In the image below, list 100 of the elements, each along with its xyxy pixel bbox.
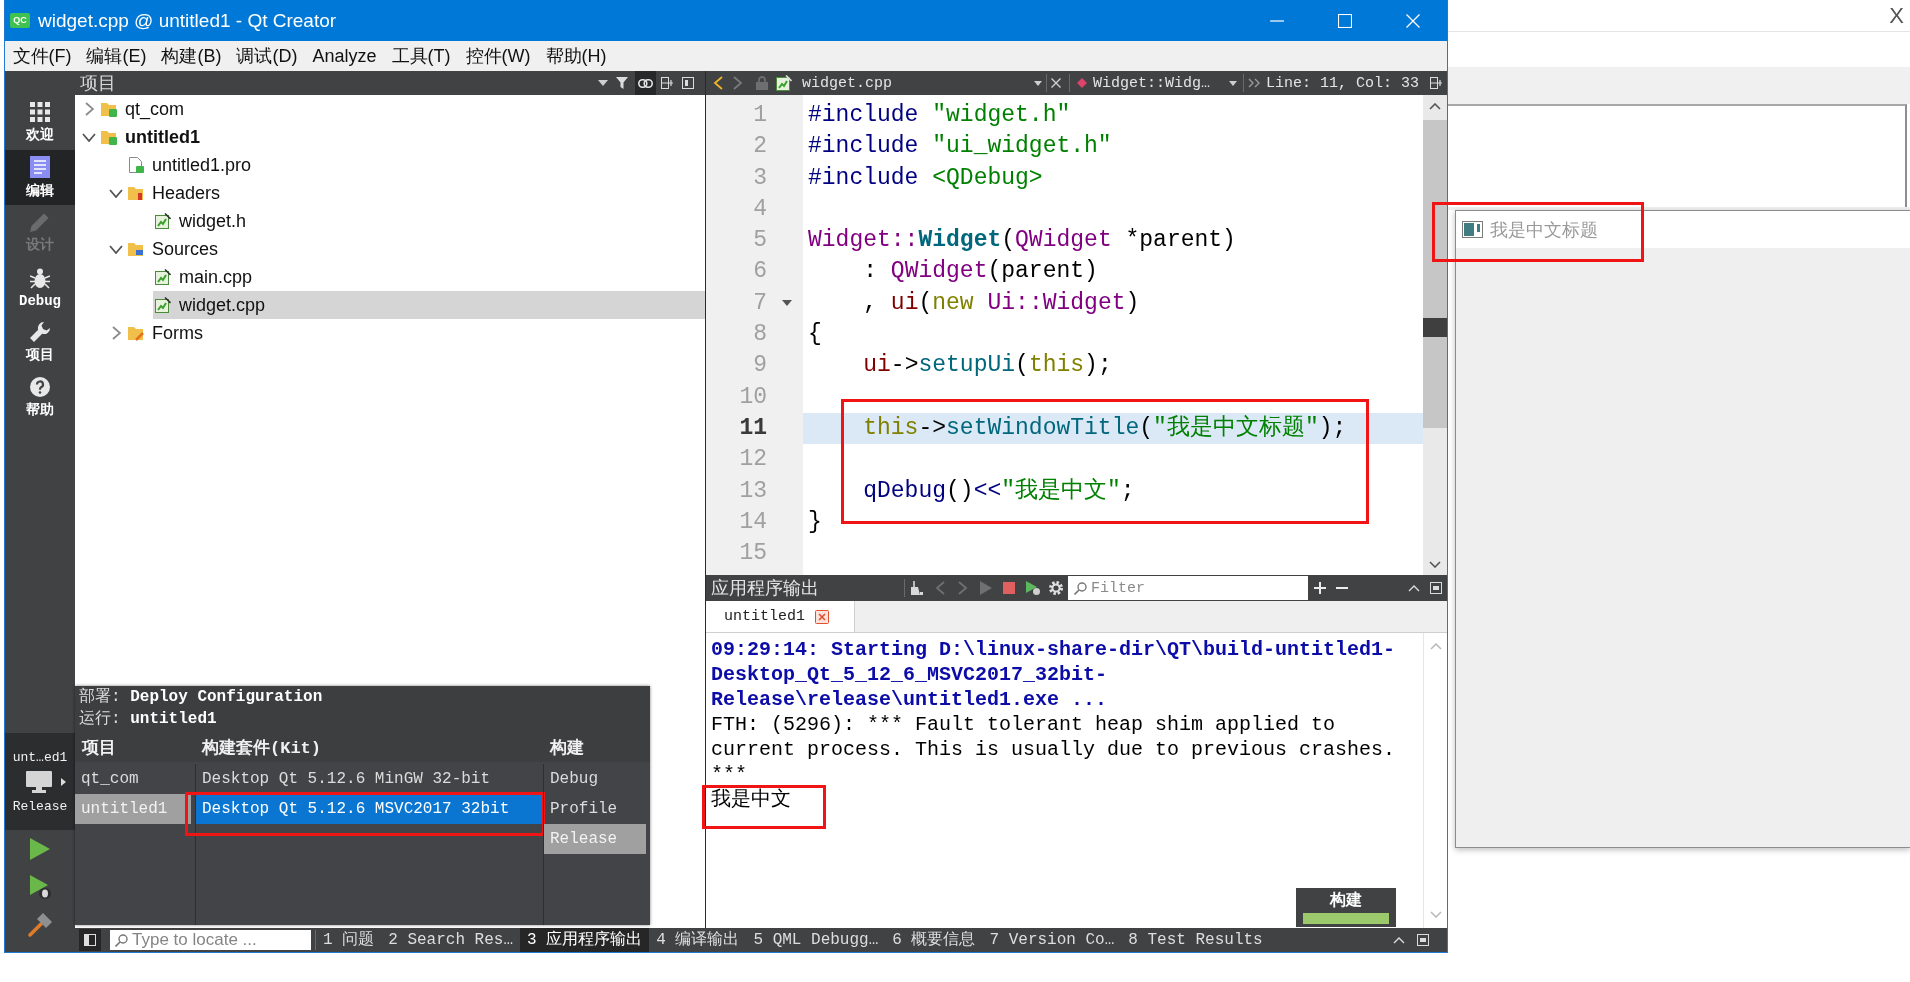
file-selector[interactable]: widget.cpp (776, 71, 1044, 95)
code-line: #include "ui_widget.h" (808, 132, 1112, 162)
tree-item[interactable]: untitled1.pro (126, 151, 256, 179)
caret-down-icon[interactable] (782, 300, 792, 307)
kit-option[interactable]: Desktop Qt 5.12.6 MinGW 32-bit (196, 764, 497, 794)
play-bug-icon[interactable] (1026, 581, 1040, 595)
kit-option[interactable]: Desktop Qt 5.12.6 MSVC2017 32bit (196, 794, 543, 824)
tree-item[interactable]: Headers (126, 179, 225, 207)
sidebar-toggle-icon[interactable] (79, 929, 101, 951)
tree-item[interactable]: widget.h (153, 207, 251, 235)
line-number: 9 (753, 351, 767, 381)
output-line: 09:29:14: Starting D:\linux-share-dir\QT\build-untitled1-Desktop_Qt_5_12_6_MSVC2017_32bit-Release\release\untitled1.exe ... (711, 637, 1397, 712)
chevron-down-icon[interactable] (1429, 560, 1441, 568)
code-editor[interactable] (706, 95, 1447, 575)
menu-item[interactable]: 调试(D) (229, 41, 305, 71)
pane-button[interactable]: 6 概要信息 (885, 928, 983, 952)
code-line: Widget::Widget(QWidget *parent) (808, 226, 1236, 256)
window-title: widget.cpp @ untitled1 - Qt Creator (38, 9, 337, 32)
menu-item[interactable]: 帮助(H) (538, 41, 614, 71)
panel-title: 项目 (80, 72, 116, 95)
chevron-up-icon[interactable] (1429, 102, 1441, 110)
mode-button[interactable]: Debug (5, 260, 75, 315)
pane-button[interactable]: 2 Search Res… (381, 928, 521, 952)
mode-button[interactable]: 帮助 (5, 370, 75, 425)
build-option[interactable]: Debug (544, 764, 604, 794)
monitor-icon (26, 770, 52, 793)
app-logo: QC (10, 13, 30, 28)
menu-item[interactable]: 文件(F) (5, 41, 79, 71)
panel-icon[interactable] (1417, 934, 1429, 946)
pane-button[interactable]: 8 Test Results (1121, 928, 1270, 952)
document-icon (128, 157, 144, 173)
kit-selector-button[interactable]: unt…ed1 Release (5, 733, 75, 830)
chevron-right-icon[interactable] (111, 326, 121, 340)
tree-item[interactable]: qt_com (99, 95, 189, 123)
filter-icon[interactable] (616, 77, 628, 89)
symbol-selector[interactable]: Widget::Widg… (1077, 71, 1239, 95)
tree-item[interactable]: main.cpp (153, 263, 257, 291)
menu-item[interactable]: 控件(W) (458, 41, 538, 71)
cursor-position: Line: 11, Col: 33 (1266, 74, 1420, 92)
plus-icon[interactable] (1314, 582, 1326, 594)
chevron-left-icon[interactable] (712, 76, 724, 90)
menu-item[interactable]: 构建(B) (154, 41, 229, 71)
output-tab[interactable]: untitled1 (706, 601, 855, 632)
settings-icon[interactable] (1049, 581, 1063, 595)
bug-icon (30, 266, 50, 289)
tree-item[interactable]: Sources (126, 235, 223, 263)
window-icon (1462, 221, 1483, 238)
pane-button[interactable]: 3 应用程序输出 (520, 928, 650, 952)
tree-item[interactable]: Forms (126, 319, 207, 347)
caret-down-icon (1034, 80, 1042, 86)
line-number: 7 (753, 288, 767, 318)
chevron-down-icon[interactable] (109, 244, 123, 254)
mode-button[interactable]: 编辑 (5, 150, 75, 205)
link-icon (638, 78, 653, 88)
panel-icon[interactable] (682, 77, 694, 89)
play-icon[interactable] (30, 838, 50, 860)
chevron-right-icon[interactable] (84, 102, 94, 116)
line-number: 5 (753, 226, 767, 256)
code-line: #include "widget.h" (808, 101, 1071, 130)
scroll-thumb[interactable] (1423, 120, 1447, 428)
caret-down-icon[interactable] (598, 80, 608, 86)
pane-button[interactable]: 1 问题 (316, 928, 382, 952)
pane-button[interactable]: 7 Version Co… (982, 928, 1122, 952)
maximize-icon[interactable] (1338, 13, 1352, 28)
split-icon[interactable] (1430, 77, 1443, 89)
locator-field[interactable]: Type to locate ... (110, 930, 311, 950)
folder-icon (101, 101, 117, 117)
pane-button[interactable]: 4 编译输出 (649, 928, 747, 952)
play-bug-icon[interactable] (29, 875, 51, 899)
project-option[interactable]: qt_com (75, 764, 145, 794)
tree-item[interactable]: untitled1 (99, 123, 204, 151)
close-icon[interactable] (815, 609, 829, 624)
chevron-down-icon[interactable] (82, 132, 96, 142)
chevron-down-icon[interactable] (109, 188, 123, 198)
filter-field[interactable]: Filter (1068, 576, 1308, 600)
panel-icon[interactable] (1430, 582, 1442, 594)
line-number: 4 (753, 194, 767, 224)
menu-item[interactable]: 工具(T) (384, 41, 458, 71)
mode-button[interactable]: 项目 (5, 315, 75, 370)
search-icon (115, 933, 128, 947)
scrollbar[interactable] (1423, 95, 1447, 575)
build-option[interactable]: Profile (544, 794, 624, 824)
hammer-icon[interactable] (28, 913, 52, 937)
broom-icon[interactable] (911, 581, 923, 595)
minimize-icon[interactable] (1270, 19, 1284, 22)
tree-item[interactable]: widget.cpp (153, 291, 705, 319)
code-line: , ui(new Ui::Widget) (862, 288, 1140, 318)
code-line: ui->setupUi(this); (862, 351, 1112, 381)
line-number: 13 (739, 476, 767, 506)
menu-item[interactable]: 编辑(E) (79, 41, 154, 71)
pane-button[interactable]: 5 QML Debugg… (746, 928, 886, 952)
line-number: 10 (739, 382, 767, 412)
help-icon (30, 376, 50, 397)
close-button[interactable]: X (1889, 2, 1904, 29)
link-toggle[interactable] (635, 71, 656, 95)
split-icon[interactable] (661, 77, 673, 89)
menu-item[interactable]: Analyze (305, 42, 385, 70)
mode-button[interactable]: 欢迎 (5, 95, 75, 150)
chevron-double-right-icon[interactable] (1248, 78, 1260, 88)
code-line: } (808, 507, 822, 537)
